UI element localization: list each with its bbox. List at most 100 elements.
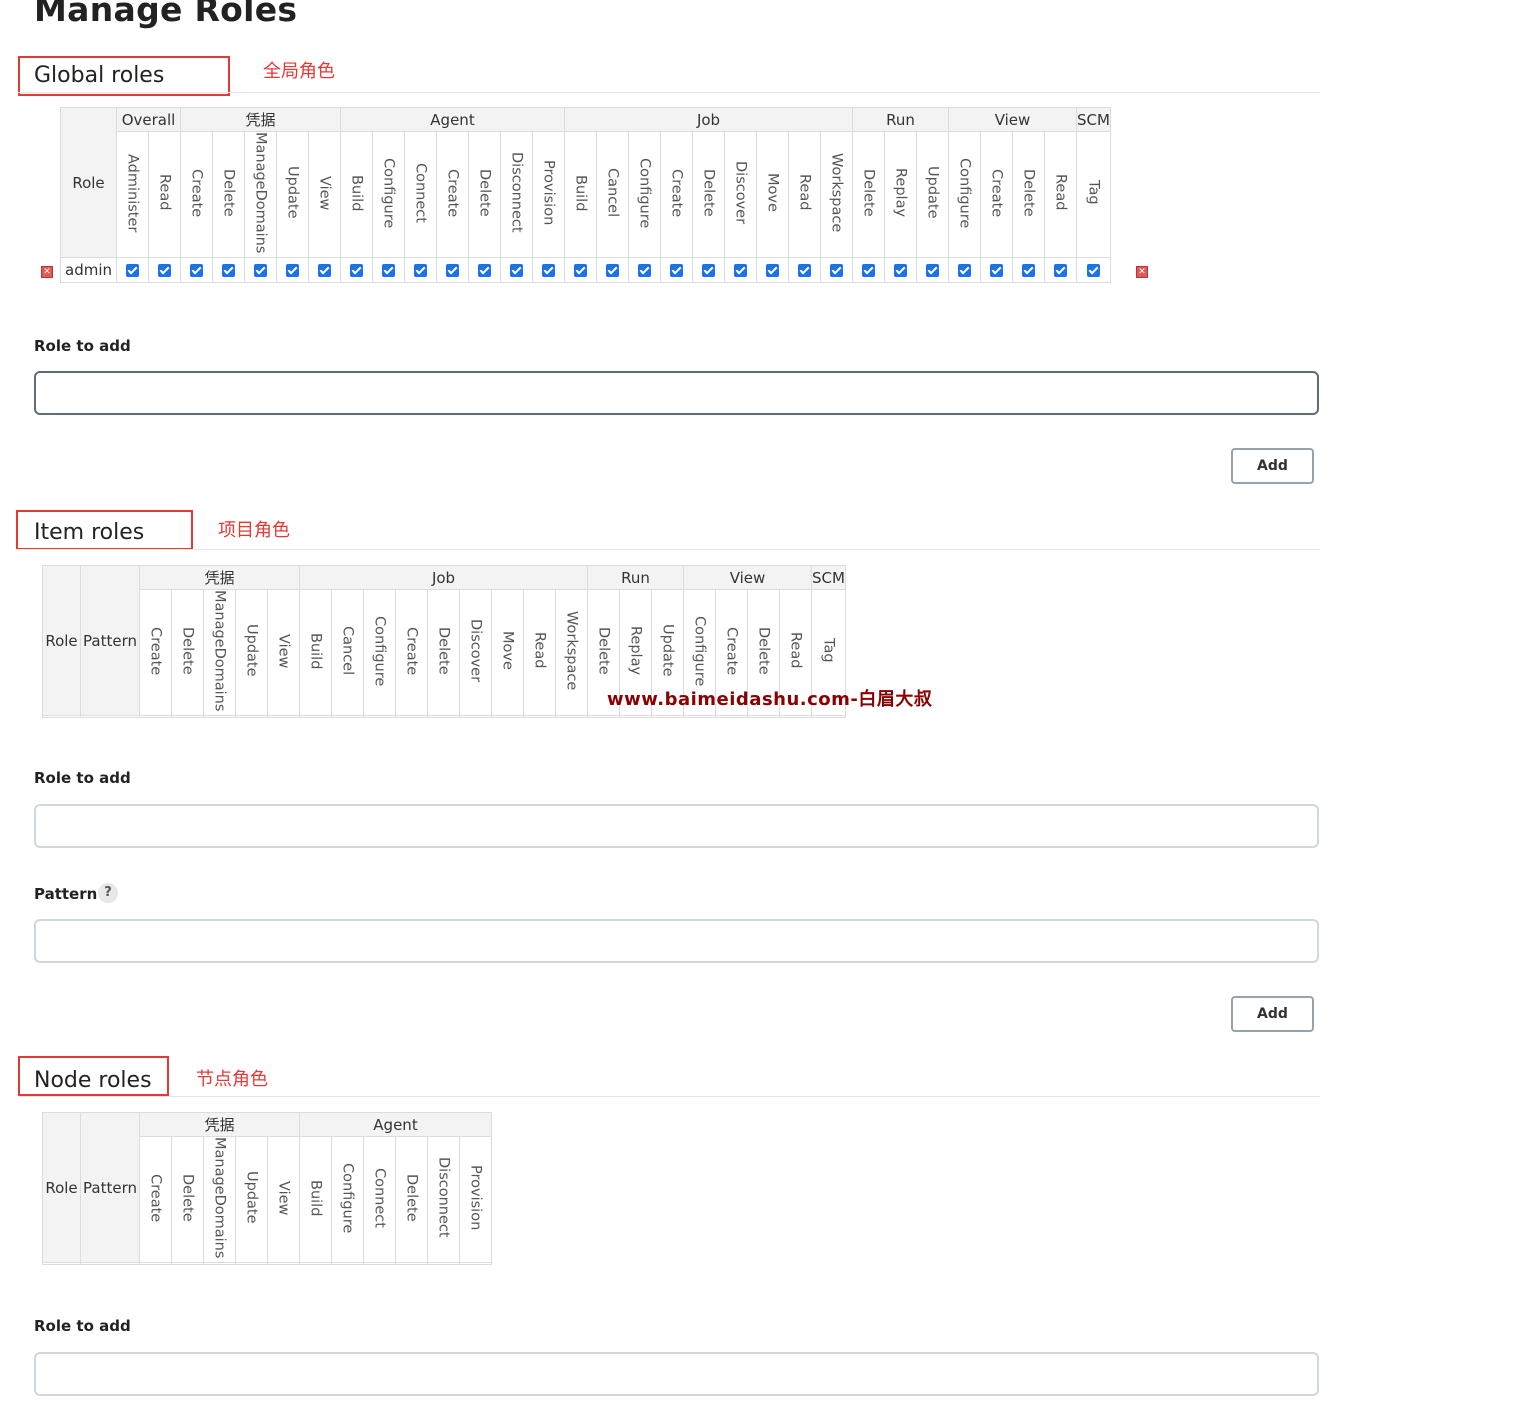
permission-column-header: Discover bbox=[459, 588, 492, 717]
permission-checkbox[interactable] bbox=[766, 264, 779, 278]
global-add-button[interactable]: Add bbox=[1231, 448, 1314, 484]
empty-cell bbox=[555, 715, 588, 719]
permission-cell bbox=[692, 257, 725, 284]
empty-cell bbox=[42, 1262, 81, 1266]
permission-column-header: ManageDomains bbox=[203, 588, 236, 717]
permission-column-header: Create bbox=[395, 588, 428, 717]
empty-cell bbox=[171, 1262, 204, 1266]
permission-cell bbox=[1044, 257, 1077, 284]
empty-cell bbox=[459, 1262, 492, 1266]
permission-checkbox[interactable] bbox=[382, 264, 395, 278]
permission-label: Delete bbox=[700, 168, 717, 217]
permission-column-header: Administer bbox=[116, 130, 149, 259]
item-role-to-add-input[interactable] bbox=[34, 804, 1319, 848]
permission-column-header: ManageDomains bbox=[244, 130, 277, 259]
permission-group-header: View bbox=[683, 565, 812, 590]
delete-role-icon[interactable]: ✕ bbox=[41, 266, 53, 278]
permission-label: Create bbox=[188, 168, 205, 217]
permission-checkbox[interactable] bbox=[734, 264, 747, 278]
permission-checkbox[interactable] bbox=[254, 264, 267, 278]
permission-column-header: Build bbox=[299, 588, 332, 717]
permission-checkbox[interactable] bbox=[1054, 264, 1067, 278]
permission-checkbox[interactable] bbox=[414, 264, 427, 278]
permission-label: Disconnect bbox=[435, 1157, 452, 1238]
permission-checkbox[interactable] bbox=[638, 264, 651, 278]
permission-column-header: Discover bbox=[724, 130, 757, 259]
permission-column-header: Update bbox=[235, 588, 268, 717]
permission-label: Update bbox=[284, 166, 301, 219]
permission-label: Delete bbox=[860, 168, 877, 217]
permission-checkbox[interactable] bbox=[926, 264, 939, 278]
empty-cell bbox=[171, 715, 204, 719]
item-add-button[interactable]: Add bbox=[1231, 996, 1314, 1032]
permission-checkbox[interactable] bbox=[798, 264, 811, 278]
permission-label: Configure bbox=[956, 157, 973, 228]
permission-checkbox[interactable] bbox=[1022, 264, 1035, 278]
permission-group-header: SCM bbox=[811, 565, 846, 590]
permission-checkbox[interactable] bbox=[190, 264, 203, 278]
permission-cell bbox=[212, 257, 245, 284]
permission-checkbox[interactable] bbox=[990, 264, 1003, 278]
permission-label: Connect bbox=[412, 162, 429, 223]
permission-group-header: Overall bbox=[116, 107, 181, 132]
table-row: admin bbox=[60, 257, 1111, 284]
permission-checkbox[interactable] bbox=[126, 264, 139, 278]
permission-group-header: Job bbox=[564, 107, 853, 132]
permission-checkbox[interactable] bbox=[222, 264, 235, 278]
empty-cell bbox=[651, 715, 684, 719]
empty-cell bbox=[427, 1262, 460, 1266]
permission-label: Read bbox=[787, 632, 804, 669]
permission-column-header: Create bbox=[436, 130, 469, 259]
permission-label: Read bbox=[531, 632, 548, 669]
permission-label: Delete bbox=[179, 626, 196, 675]
permission-cell bbox=[116, 257, 149, 284]
permission-column-header: Workspace bbox=[555, 588, 588, 717]
empty-cell bbox=[779, 715, 812, 719]
permission-checkbox[interactable] bbox=[510, 264, 523, 278]
permission-label: Create bbox=[147, 1173, 164, 1222]
permission-label: Delete bbox=[435, 626, 452, 675]
permission-checkbox[interactable] bbox=[606, 264, 619, 278]
permission-checkbox[interactable] bbox=[702, 264, 715, 278]
node-role-to-add-input[interactable] bbox=[34, 1352, 1319, 1396]
pattern-input[interactable] bbox=[34, 919, 1319, 963]
delete-role-icon-right[interactable]: ✕ bbox=[1136, 266, 1148, 278]
help-icon[interactable]: ? bbox=[98, 883, 118, 903]
empty-cell bbox=[80, 1262, 140, 1266]
empty-cell bbox=[203, 715, 236, 719]
permission-checkbox[interactable] bbox=[958, 264, 971, 278]
permission-checkbox[interactable] bbox=[286, 264, 299, 278]
empty-cell bbox=[459, 715, 492, 719]
item-role-to-add-label: Role to add bbox=[34, 769, 131, 787]
permission-checkbox[interactable] bbox=[478, 264, 491, 278]
permission-group-header: Agent bbox=[299, 1112, 492, 1137]
permission-checkbox[interactable] bbox=[318, 264, 331, 278]
permission-column-header: Configure bbox=[948, 130, 981, 259]
permission-column-header: Configure bbox=[372, 130, 405, 259]
permission-checkbox[interactable] bbox=[862, 264, 875, 278]
permission-checkbox[interactable] bbox=[446, 264, 459, 278]
permission-checkbox[interactable] bbox=[350, 264, 363, 278]
permission-checkbox[interactable] bbox=[542, 264, 555, 278]
permission-checkbox[interactable] bbox=[670, 264, 683, 278]
global-role-to-add-input[interactable] bbox=[34, 371, 1319, 415]
permission-checkbox[interactable] bbox=[574, 264, 587, 278]
global-roles-title: Global roles bbox=[34, 63, 165, 88]
empty-cell bbox=[811, 715, 846, 719]
permission-column-header: Update bbox=[276, 130, 309, 259]
permission-cell bbox=[980, 257, 1013, 284]
permission-label: View bbox=[275, 633, 292, 668]
permission-checkbox[interactable] bbox=[830, 264, 843, 278]
permission-column-header: Read bbox=[523, 588, 556, 717]
permission-checkbox[interactable] bbox=[1086, 264, 1100, 278]
permission-label: Update bbox=[243, 1171, 260, 1224]
permission-cell bbox=[1076, 257, 1111, 284]
permission-checkbox[interactable] bbox=[894, 264, 907, 278]
permission-column-header: Configure bbox=[331, 1135, 364, 1264]
role-name: admin bbox=[60, 257, 117, 284]
empty-cell bbox=[42, 715, 81, 719]
permission-checkbox[interactable] bbox=[158, 264, 171, 278]
permission-group-header: SCM bbox=[1076, 107, 1111, 132]
permission-cell bbox=[852, 257, 885, 284]
item-roles-annotation: 项目角色 bbox=[218, 520, 290, 541]
